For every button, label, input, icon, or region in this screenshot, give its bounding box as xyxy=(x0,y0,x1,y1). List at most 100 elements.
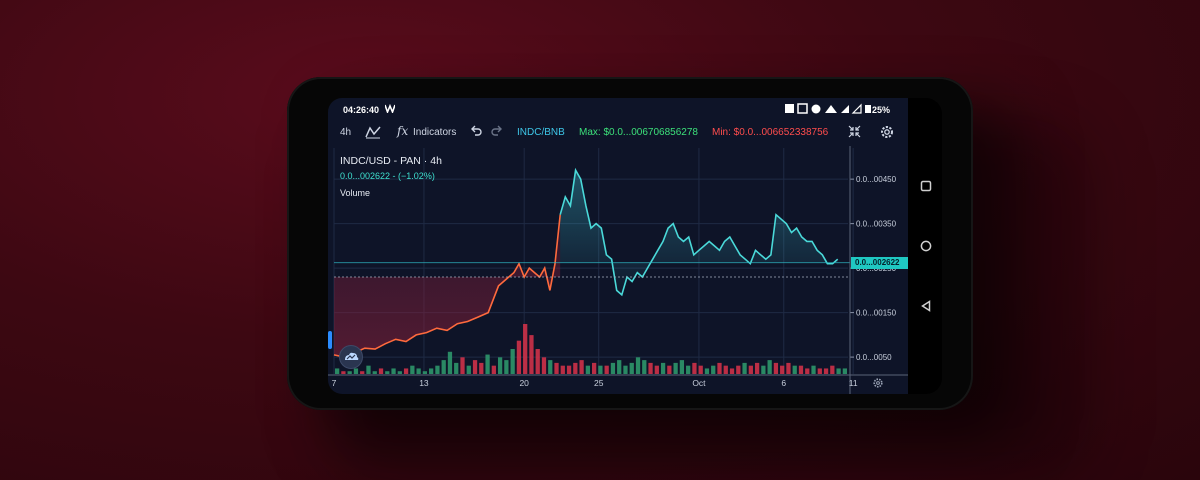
volume-bar xyxy=(491,365,496,374)
volume-bar xyxy=(767,360,772,374)
y-tick-label: 0.0...0050 xyxy=(856,353,892,362)
volume-bar xyxy=(516,340,522,374)
time-axis: 7 13 20 25 Oct 6 11 xyxy=(328,374,908,388)
volume-bar xyxy=(403,368,409,374)
volume-bar xyxy=(535,349,540,374)
volume-bar xyxy=(479,362,484,374)
volume-bar xyxy=(504,360,509,374)
price-area xyxy=(334,170,838,358)
volume-bar xyxy=(541,357,547,374)
price-change: 0.0...002622 - (−1.02%) xyxy=(340,171,435,181)
volume-bar xyxy=(805,368,810,374)
volume-bar xyxy=(842,368,847,374)
volume-bar xyxy=(460,357,465,374)
volume-bar xyxy=(704,368,710,374)
volume-bar xyxy=(566,365,572,374)
volume-bar xyxy=(385,371,390,374)
volume-bar xyxy=(497,357,503,374)
volume-bar xyxy=(397,371,402,374)
volume-bar xyxy=(692,362,697,374)
volume-bar xyxy=(485,354,490,374)
x-tick-label: 6 xyxy=(781,378,786,388)
volume-bar xyxy=(554,362,559,374)
symbol-title: INDC/USD - PAN · 4h xyxy=(340,155,442,167)
volume-bar xyxy=(836,368,841,374)
volume-bar xyxy=(673,362,678,374)
volume-bar xyxy=(378,368,384,374)
volume-bar xyxy=(754,362,760,374)
volume-bar xyxy=(335,368,340,374)
volume-bar xyxy=(679,360,685,374)
volume-bar xyxy=(598,365,603,374)
volume-bar xyxy=(629,362,634,374)
volume-bar xyxy=(548,360,553,374)
back-icon[interactable] xyxy=(920,300,932,312)
volume-bar xyxy=(623,365,628,374)
chart-legend: INDC/USD - PAN · 4h 0.0...002622 - (−1.0… xyxy=(340,155,442,198)
volume-bar xyxy=(617,360,622,374)
volume-bar xyxy=(447,351,453,374)
drawer-handle[interactable] xyxy=(328,331,332,349)
volume-bar xyxy=(729,368,735,374)
x-tick-label: 13 xyxy=(419,378,429,388)
volume-bar xyxy=(642,360,647,374)
x-tick-label: Oct xyxy=(692,378,706,388)
recent-apps-icon[interactable] xyxy=(920,180,932,192)
volume-bar xyxy=(748,365,753,374)
volume-bar xyxy=(798,365,804,374)
volume-bar xyxy=(786,362,791,374)
volume-bar xyxy=(454,362,459,374)
volume-bar xyxy=(654,365,659,374)
volume-bar xyxy=(711,365,716,374)
volume-bar xyxy=(773,362,779,374)
volume-bar xyxy=(761,365,766,374)
volume-bar xyxy=(341,371,346,374)
volume-bar xyxy=(604,365,609,374)
volume-bar xyxy=(698,365,703,374)
last-price-tag: 0.0...002622 xyxy=(851,256,908,269)
y-tick-label: 0.0...00350 xyxy=(856,220,897,229)
volume-label: Volume xyxy=(340,188,371,198)
volume-bar xyxy=(579,360,584,374)
volume-bar xyxy=(435,365,440,374)
volume-bar xyxy=(429,368,434,374)
x-tick-label: 25 xyxy=(594,378,604,388)
volume-bar xyxy=(529,335,534,374)
volume-bar xyxy=(667,365,672,374)
y-tick-label: 0.0...00450 xyxy=(856,175,897,184)
volume-bar xyxy=(635,357,641,374)
volume-bar xyxy=(717,362,722,374)
volume-bar xyxy=(360,371,365,374)
volume-bar xyxy=(648,362,653,374)
volume-bar xyxy=(792,365,797,374)
volume-bar xyxy=(560,365,565,374)
volume-bar xyxy=(723,365,728,374)
volume-bar xyxy=(441,360,446,374)
volume-bar xyxy=(416,368,421,374)
volume-bar xyxy=(686,365,691,374)
axis-settings-icon[interactable] xyxy=(872,377,884,389)
volume-bar xyxy=(523,324,528,374)
volume-bar xyxy=(372,371,377,374)
volume-bar xyxy=(780,365,785,374)
cloud-logo-icon[interactable] xyxy=(339,345,363,369)
home-icon[interactable] xyxy=(920,240,932,252)
volume-bar xyxy=(817,368,822,374)
price-axis: 0.0...004500.0...003500.0...002500.0...0… xyxy=(849,146,897,394)
x-tick-label: 11 xyxy=(849,378,858,388)
y-tick-label: 0.0...00150 xyxy=(856,309,897,318)
volume-bar xyxy=(410,365,415,374)
volume-bar xyxy=(610,362,616,374)
x-tick-label: 7 xyxy=(332,378,337,388)
volume-bar xyxy=(353,368,359,374)
android-nav-bar xyxy=(908,98,942,394)
volume-bar xyxy=(573,362,578,374)
volume-bar xyxy=(830,365,835,374)
x-tick-label: 20 xyxy=(519,378,529,388)
volume-bar xyxy=(736,365,741,374)
volume-bar xyxy=(811,365,816,374)
volume-bar xyxy=(347,371,352,374)
volume-bar xyxy=(742,362,747,374)
price-chart[interactable]: 0.0...004500.0...003500.0...002500.0...0… xyxy=(328,98,908,394)
volume-bar xyxy=(472,360,478,374)
